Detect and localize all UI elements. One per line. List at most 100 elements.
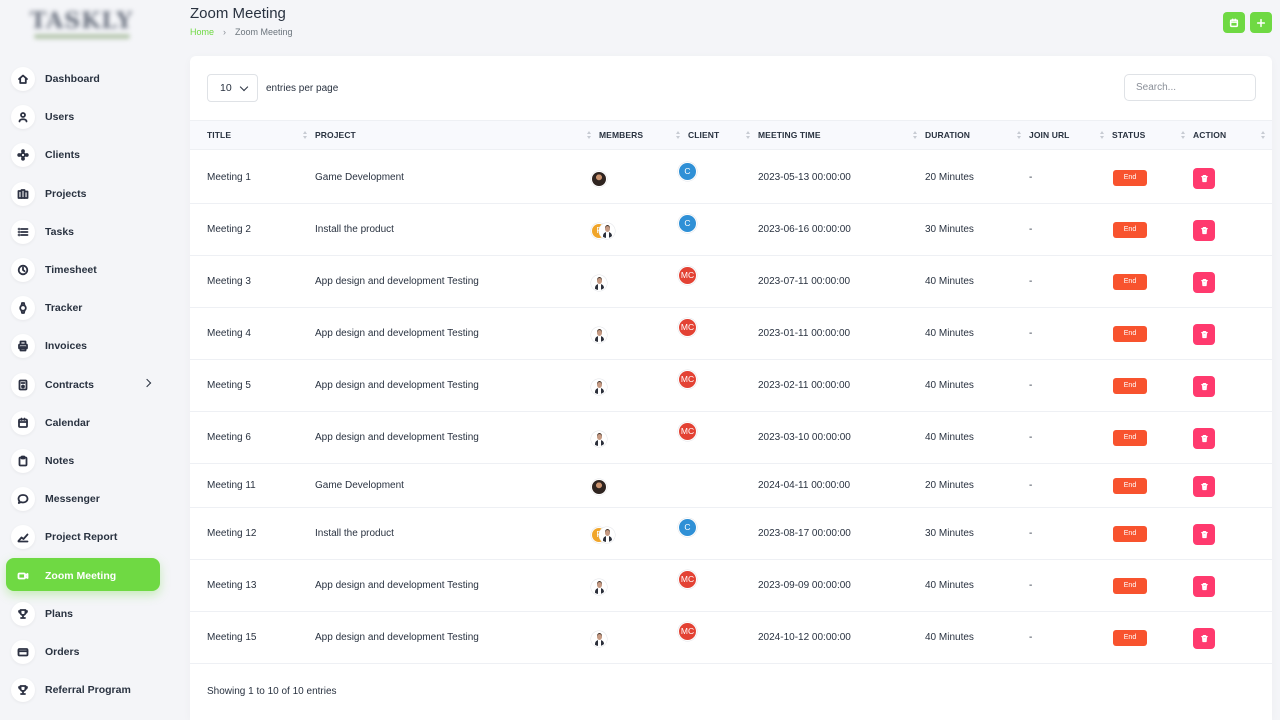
- member-avatar[interactable]: [591, 379, 607, 395]
- member-avatar[interactable]: [591, 631, 607, 647]
- join-url: -: [1029, 580, 1033, 591]
- member-avatar[interactable]: [591, 431, 607, 447]
- sidebar-item-label: Tasks: [45, 225, 74, 238]
- sidebar-item-notes[interactable]: Notes: [0, 442, 176, 480]
- column-header-join-url[interactable]: JOIN URL: [1029, 121, 1069, 151]
- project-name: App design and development Testing: [315, 380, 479, 391]
- sidebar-item-tracker[interactable]: Tracker: [0, 289, 176, 327]
- status-badge[interactable]: End: [1113, 578, 1147, 594]
- trash-icon: [1200, 482, 1208, 491]
- status-badge[interactable]: End: [1113, 326, 1147, 342]
- client-avatar[interactable]: MC: [678, 570, 697, 589]
- create-meeting-button[interactable]: [1250, 12, 1272, 33]
- sidebar-item-label: Projects: [45, 187, 87, 200]
- client-avatar[interactable]: MC: [678, 318, 697, 337]
- client-avatar[interactable]: C: [678, 214, 697, 233]
- column-header-client[interactable]: CLIENT: [688, 121, 719, 151]
- delete-button[interactable]: [1193, 428, 1215, 449]
- client-avatar[interactable]: MC: [678, 370, 697, 389]
- search-input[interactable]: [1124, 74, 1256, 101]
- sidebar-item-timesheet[interactable]: Timesheet: [0, 251, 176, 289]
- client-avatar[interactable]: C: [678, 161, 697, 181]
- sidebar-item-invoices[interactable]: Invoices: [0, 327, 176, 365]
- column-header-action[interactable]: ACTION: [1193, 121, 1226, 151]
- status-badge[interactable]: End: [1113, 630, 1147, 646]
- member-avatar[interactable]: [599, 223, 615, 239]
- sort-icon[interactable]: [1181, 131, 1186, 141]
- project-name: Game Development: [315, 480, 404, 491]
- sidebar-item-projects[interactable]: Projects: [0, 175, 176, 213]
- table-row: Meeting 5 App design and development Test…: [190, 360, 1272, 412]
- delete-button[interactable]: [1193, 628, 1215, 649]
- delete-button[interactable]: [1193, 576, 1215, 597]
- client-avatar[interactable]: MC: [678, 622, 697, 641]
- column-header-project[interactable]: PROJECT: [315, 121, 356, 151]
- sidebar-item-referral-program[interactable]: Referral Program: [0, 671, 176, 709]
- sidebar-item-clients[interactable]: Clients: [0, 136, 176, 174]
- sort-icon[interactable]: [1261, 131, 1266, 141]
- breadcrumb-home-link[interactable]: Home: [190, 27, 214, 37]
- column-header-duration[interactable]: DURATION: [925, 121, 970, 151]
- sidebar-item-plans[interactable]: Plans: [0, 595, 176, 633]
- printer-icon: [11, 334, 35, 359]
- delete-button[interactable]: [1193, 476, 1215, 497]
- member-avatar[interactable]: [599, 527, 615, 543]
- sidebar-item-tasks[interactable]: Tasks: [0, 213, 176, 251]
- meeting-time: 2023-02-11 00:00:00: [758, 380, 851, 391]
- column-header-members[interactable]: MEMBERS: [599, 121, 643, 151]
- status-badge[interactable]: End: [1113, 378, 1147, 394]
- status-badge[interactable]: End: [1113, 274, 1147, 290]
- meeting-time: 2023-07-11 00:00:00: [758, 276, 851, 287]
- client-avatar[interactable]: MC: [678, 266, 697, 285]
- delete-button[interactable]: [1193, 524, 1215, 545]
- sidebar-item-calendar[interactable]: Calendar: [0, 404, 176, 442]
- column-header-status[interactable]: STATUS: [1112, 121, 1145, 151]
- client-avatar[interactable]: MC: [678, 422, 697, 441]
- sort-icon[interactable]: [1100, 131, 1105, 141]
- sidebar-item-users[interactable]: Users: [0, 98, 176, 136]
- sort-icon[interactable]: [587, 131, 592, 141]
- sort-icon[interactable]: [676, 131, 681, 141]
- meeting-title: Meeting 6: [207, 432, 251, 443]
- sort-icon[interactable]: [913, 131, 918, 141]
- sidebar-item-project-report[interactable]: Project Report: [0, 518, 176, 556]
- member-avatar[interactable]: [591, 479, 607, 495]
- member-avatar[interactable]: [591, 275, 607, 291]
- entries-per-page-select[interactable]: 10: [207, 74, 258, 102]
- sidebar-item-dashboard[interactable]: Dashboard: [0, 60, 176, 98]
- delete-button[interactable]: [1193, 272, 1215, 293]
- status-badge[interactable]: End: [1113, 222, 1147, 238]
- member-avatar[interactable]: [591, 327, 607, 343]
- join-url: -: [1029, 380, 1033, 391]
- client-avatar[interactable]: C: [678, 518, 697, 537]
- sort-icon[interactable]: [303, 131, 308, 141]
- delete-button[interactable]: [1193, 167, 1215, 189]
- sidebar-item-contracts[interactable]: Contracts: [0, 366, 176, 404]
- status-badge[interactable]: End: [1113, 169, 1147, 186]
- delete-button[interactable]: [1193, 376, 1215, 397]
- calendar-view-button[interactable]: [1223, 12, 1245, 33]
- user-icon: [11, 105, 35, 130]
- status-badge[interactable]: End: [1113, 526, 1147, 542]
- member-avatar[interactable]: [591, 170, 607, 187]
- sidebar-item-messenger[interactable]: Messenger: [0, 480, 176, 518]
- status-badge[interactable]: End: [1113, 430, 1147, 446]
- chart-line-icon: [11, 525, 35, 550]
- delete-button[interactable]: [1193, 324, 1215, 345]
- sidebar-item-label: Users: [45, 111, 75, 124]
- sidebar-item-orders[interactable]: Orders: [0, 633, 176, 671]
- clipboard-icon: [11, 448, 35, 473]
- member-avatar[interactable]: [591, 579, 607, 595]
- sort-icon[interactable]: [1017, 131, 1022, 141]
- sort-icon[interactable]: [746, 131, 751, 141]
- column-header-title[interactable]: TITLE: [207, 121, 231, 151]
- status-badge[interactable]: End: [1113, 478, 1147, 494]
- logo[interactable]: TASKLY: [30, 8, 138, 40]
- trash-icon: [1200, 434, 1208, 443]
- sidebar-item-zoom-meeting[interactable]: Zoom Meeting: [0, 556, 176, 594]
- delete-button[interactable]: [1193, 220, 1215, 241]
- trash-icon: [1200, 330, 1208, 339]
- column-header-meeting-time[interactable]: MEETING TIME: [758, 121, 821, 151]
- project-name: App design and development Testing: [315, 432, 479, 443]
- meeting-title: Meeting 1: [207, 171, 251, 183]
